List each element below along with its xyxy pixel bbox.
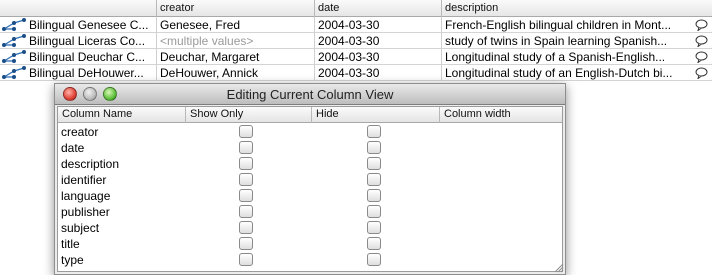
table-header: creator date description [0, 0, 712, 17]
hide-checkbox[interactable] [367, 173, 381, 186]
column-name-label: creator [61, 125, 99, 139]
show-only-checkbox[interactable] [239, 173, 253, 186]
column-view-dialog: Editing Current Column View Column Name … [54, 83, 566, 275]
show-only-checkbox[interactable] [239, 157, 253, 170]
cell-date: 2004-03-30 [315, 49, 442, 65]
show-only-checkbox[interactable] [239, 125, 253, 138]
show-only-checkbox[interactable] [239, 189, 253, 202]
table-row[interactable]: Bilingual Genesee C... Genesee, Fred 200… [0, 17, 712, 33]
header-date[interactable]: date [315, 0, 442, 17]
hide-checkbox[interactable] [367, 141, 381, 154]
cell-date: 2004-03-30 [315, 65, 442, 81]
table-row[interactable]: Bilingual Deuchar C... Deuchar, Margaret… [0, 49, 712, 65]
column-name-label: identifier [61, 173, 107, 187]
column-name-label: date [61, 141, 85, 155]
hide-checkbox[interactable] [367, 157, 381, 170]
show-only-checkbox[interactable] [239, 205, 253, 218]
cell-description: Longitudinal study of an English-Dutch b… [445, 66, 673, 80]
hide-checkbox[interactable] [367, 221, 381, 234]
column-name-label: language [61, 189, 111, 203]
cell-date: 2004-03-30 [315, 33, 442, 49]
hide-checkbox[interactable] [367, 237, 381, 250]
cell-title: Bilingual Genesee C... [26, 17, 157, 33]
corpus-tree-icon [2, 34, 26, 47]
dialog-titlebar[interactable]: Editing Current Column View [55, 84, 565, 105]
corpus-tree-icon [2, 66, 26, 79]
corpus-tree-icon [2, 18, 26, 31]
header-column-width[interactable]: Column width [440, 107, 562, 123]
cell-title: Bilingual DeHouwer... [26, 65, 157, 81]
header-column-name[interactable]: Column Name [58, 107, 186, 123]
cell-description: French-English bilingual children in Mon… [445, 18, 672, 32]
speech-bubble-icon[interactable] [695, 67, 708, 79]
column-name-label: subject [61, 221, 100, 235]
hide-checkbox[interactable] [367, 205, 381, 218]
cell-creator: <multiple values> [157, 33, 315, 49]
column-row-description: description [58, 156, 562, 172]
cell-description: Longitudinal study of a Spanish-English.… [445, 50, 666, 64]
cell-description: study of twins in Spain learning Spanish… [445, 34, 668, 48]
column-view-header: Column Name Show Only Hide Column width [58, 107, 562, 123]
column-row-creator: creator [58, 124, 562, 140]
corpus-tree-icon [2, 50, 26, 63]
table-row[interactable]: Bilingual DeHouwer... DeHouwer, Annick 2… [0, 65, 712, 81]
column-view-table: Column Name Show Only Hide Column width … [57, 106, 563, 272]
column-row-subject: subject [58, 220, 562, 236]
column-name-label: type [61, 253, 84, 267]
cell-creator: Genesee, Fred [157, 17, 315, 33]
hide-checkbox[interactable] [367, 253, 381, 266]
hide-checkbox[interactable] [367, 125, 381, 138]
header-title[interactable] [0, 0, 157, 17]
show-only-checkbox[interactable] [239, 237, 253, 250]
speech-bubble-icon[interactable] [695, 51, 708, 63]
header-description[interactable]: description [442, 0, 712, 17]
speech-bubble-icon[interactable] [695, 35, 708, 47]
show-only-checkbox[interactable] [239, 221, 253, 234]
minimize-button[interactable] [83, 87, 97, 101]
column-row-title: title [58, 236, 562, 252]
header-show-only[interactable]: Show Only [186, 107, 312, 123]
cell-title: Bilingual Liceras Co... [26, 33, 157, 49]
cell-date: 2004-03-30 [315, 17, 442, 33]
hide-checkbox[interactable] [367, 189, 381, 202]
column-row-type: type [58, 252, 562, 268]
column-name-label: description [61, 157, 120, 171]
header-creator[interactable]: creator [157, 0, 315, 17]
column-row-date: date [58, 140, 562, 156]
column-row-publisher: publisher [58, 204, 562, 220]
speech-bubble-icon[interactable] [695, 19, 708, 31]
dialog-title: Editing Current Column View [226, 87, 394, 102]
show-only-checkbox[interactable] [239, 141, 253, 154]
resize-grip-icon[interactable] [552, 261, 564, 273]
cell-title: Bilingual Deuchar C... [26, 49, 157, 65]
column-name-label: title [61, 237, 80, 251]
table-row[interactable]: Bilingual Liceras Co... <multiple values… [0, 33, 712, 49]
zoom-button[interactable] [103, 87, 117, 101]
cell-creator: DeHouwer, Annick [157, 65, 315, 81]
cell-creator: Deuchar, Margaret [157, 49, 315, 65]
close-button[interactable] [63, 87, 77, 101]
show-only-checkbox[interactable] [239, 253, 253, 266]
header-hide[interactable]: Hide [312, 107, 440, 123]
column-name-label: publisher [61, 205, 110, 219]
column-row-identifier: identifier [58, 172, 562, 188]
column-row-language: language [58, 188, 562, 204]
